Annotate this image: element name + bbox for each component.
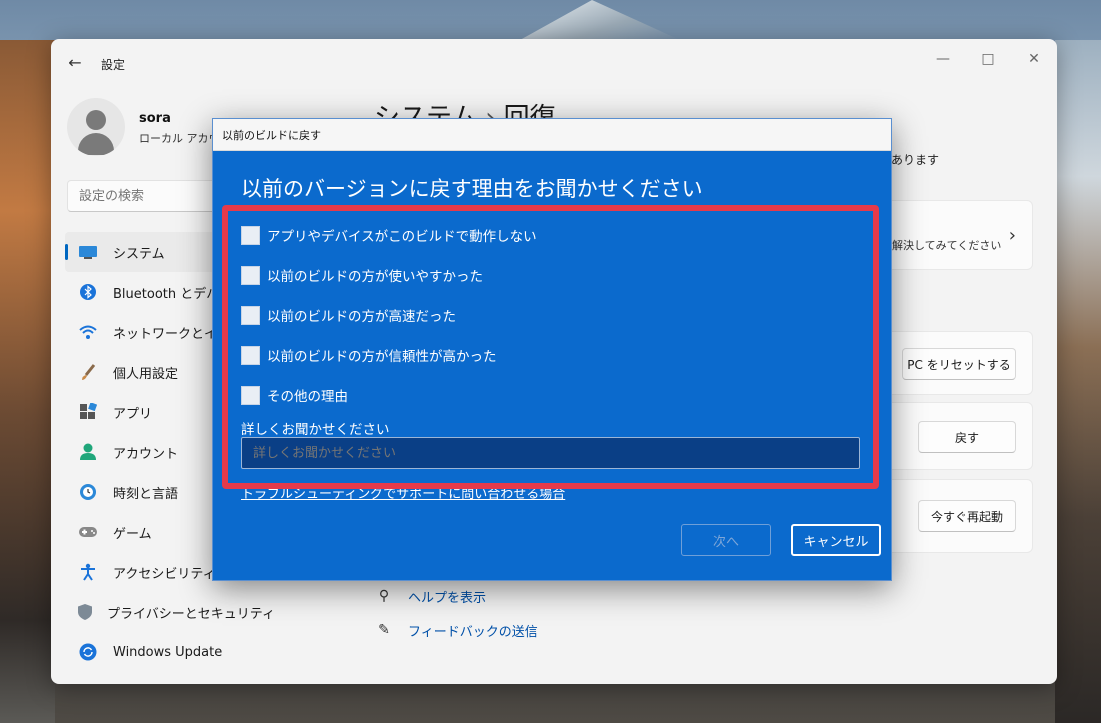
- feedback-link[interactable]: ✎ フィードバックの送信: [374, 620, 538, 640]
- cancel-button[interactable]: キャンセル: [791, 524, 881, 556]
- avatar-head: [86, 110, 106, 130]
- shield-icon: [77, 601, 93, 623]
- nav-item-windows-update[interactable]: Windows Update: [65, 632, 265, 672]
- update-icon: [77, 641, 99, 663]
- titlebar: ← 設定 — □ ✕: [51, 39, 1057, 85]
- clock-globe-icon: [77, 481, 99, 503]
- minimize-button[interactable]: —: [923, 45, 963, 73]
- wallpaper-mountain-peak: [520, 0, 680, 40]
- wallpaper-right: [1055, 40, 1101, 723]
- restart-now-button[interactable]: 今すぐ再起動: [918, 500, 1016, 532]
- wallpaper-left: [0, 40, 55, 723]
- app-title: 設定: [101, 58, 126, 72]
- go-back-button[interactable]: 戻す: [918, 421, 1016, 453]
- apps-icon: [77, 401, 99, 423]
- person-icon: [77, 441, 99, 463]
- nav-label: 個人用設定: [113, 366, 179, 382]
- nav-label: 時刻と言語: [113, 486, 179, 502]
- wifi-icon: [77, 321, 99, 343]
- reset-pc-button[interactable]: PC をリセットする: [902, 348, 1016, 380]
- brush-icon: [77, 361, 99, 383]
- troubleshoot-card-text: 解決してみてください: [892, 239, 1002, 252]
- avatar[interactable]: [67, 98, 125, 156]
- monitor-icon: [77, 241, 99, 263]
- maximize-button[interactable]: □: [968, 45, 1008, 73]
- next-button[interactable]: 次へ: [681, 524, 771, 556]
- profile-name: sora: [139, 111, 171, 126]
- nav-label: プライバシーとセキュリティ: [107, 606, 275, 622]
- nav-label: システム: [113, 246, 165, 262]
- help-icon: ⚲: [378, 588, 390, 604]
- accessibility-icon: [77, 561, 99, 583]
- feedback-icon: ✎: [378, 622, 390, 638]
- close-button[interactable]: ✕: [1014, 45, 1054, 73]
- help-link[interactable]: ⚲ ヘルプを表示: [374, 586, 486, 606]
- feedback-link-label: フィードバックの送信: [408, 624, 538, 640]
- nav-label: アカウント: [113, 446, 179, 462]
- nav-item-privacy[interactable]: プライバシーとセキュリティ: [65, 592, 275, 632]
- go-back-dialog: 以前のビルドに戻す 以前のバージョンに戻す理由をお聞かせください アプリやデバイ…: [212, 118, 892, 581]
- nav-label: アプリ: [113, 406, 153, 422]
- chevron-right-icon: ›: [1008, 225, 1016, 246]
- gamepad-icon: [77, 521, 99, 543]
- nav-label: アクセシビリティ: [113, 566, 216, 582]
- annotation-highlight-box: [222, 205, 879, 489]
- dialog-heading: 以前のバージョンに戻す理由をお聞かせください: [241, 177, 703, 201]
- page-description: あります: [891, 153, 940, 167]
- avatar-body: [78, 133, 114, 155]
- nav-label: Windows Update: [113, 644, 223, 660]
- dialog-title: 以前のビルドに戻す: [222, 129, 321, 142]
- dialog-titlebar: 以前のビルドに戻す: [213, 119, 891, 151]
- troubleshoot-card[interactable]: 解決してみてください ›: [871, 200, 1033, 270]
- reset-pc-card: PC をリセットする: [871, 331, 1033, 395]
- bluetooth-icon: [77, 281, 99, 303]
- help-link-label: ヘルプを表示: [408, 590, 487, 606]
- nav-label: ゲーム: [113, 526, 152, 542]
- back-arrow-icon[interactable]: ←: [65, 53, 85, 73]
- go-back-card: 戻す: [871, 402, 1033, 470]
- advanced-startup-card: 今すぐ再起動: [871, 479, 1033, 553]
